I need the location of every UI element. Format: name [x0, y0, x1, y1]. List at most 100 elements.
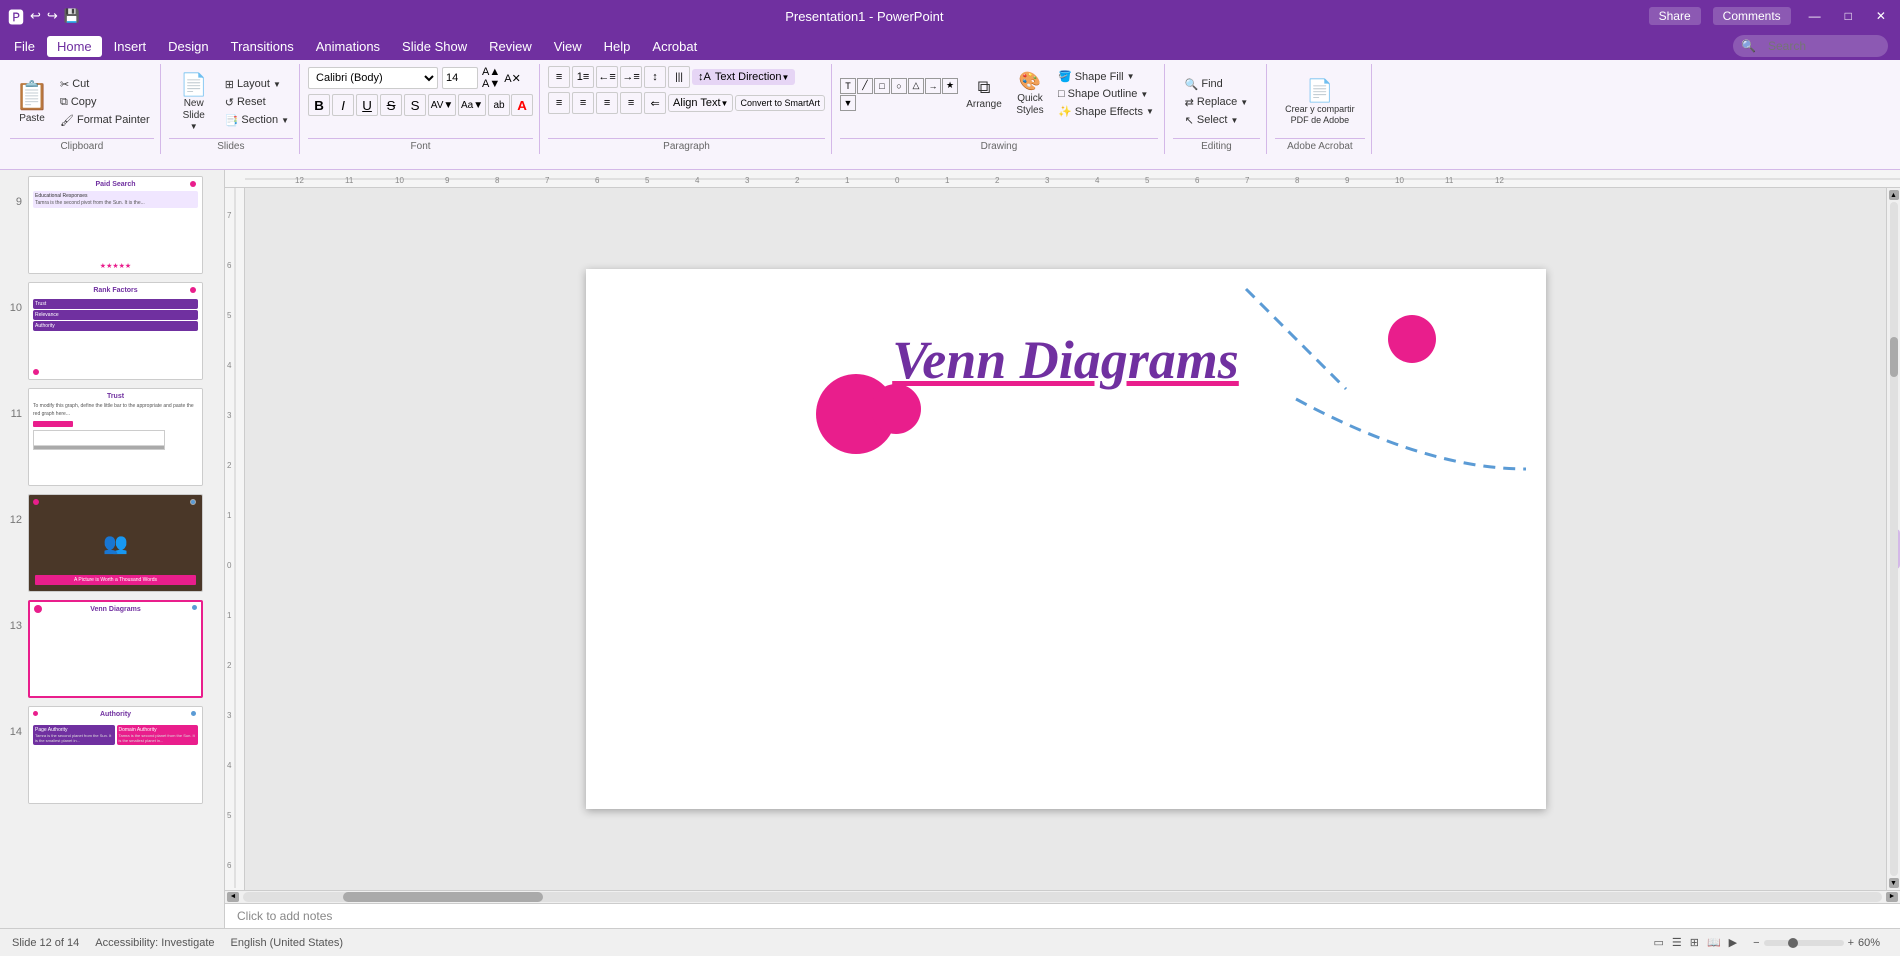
- scroll-left-button[interactable]: ◄: [227, 892, 239, 902]
- view-reading-icon[interactable]: 📖: [1707, 936, 1721, 949]
- line-spacing-button[interactable]: ↕: [644, 66, 666, 88]
- h-scroll-thumb[interactable]: [343, 892, 543, 902]
- view-slideshow-icon[interactable]: ▶: [1729, 936, 1737, 949]
- h-scroll-track[interactable]: [243, 892, 1882, 902]
- replace-button[interactable]: ⇄ Replace▼: [1181, 94, 1253, 111]
- font-grow-button[interactable]: A▲: [482, 66, 500, 78]
- columns-button[interactable]: |||: [668, 66, 690, 88]
- font-family-select[interactable]: Calibri (Body): [308, 67, 438, 89]
- menu-insert[interactable]: Insert: [104, 36, 157, 57]
- restore-button[interactable]: □: [1839, 9, 1858, 23]
- menu-view[interactable]: View: [544, 36, 592, 57]
- adobe-create-button[interactable]: 📄 Crear y compartir PDF de Adobe: [1275, 72, 1365, 132]
- shape-tool-triangle[interactable]: △: [908, 78, 924, 94]
- copy-button[interactable]: ⧉ Copy: [56, 94, 154, 111]
- shape-effects-button[interactable]: ✨ Shape Effects▼: [1054, 103, 1158, 120]
- zoom-slider[interactable]: [1764, 940, 1844, 946]
- slide-thumb-9[interactable]: 9 Paid Search Educational Responses Tamr…: [4, 174, 220, 276]
- menu-animations[interactable]: Animations: [306, 36, 390, 57]
- v-scroll-thumb[interactable]: [1890, 337, 1898, 377]
- bullets-button[interactable]: ≡: [548, 66, 570, 88]
- format-painter-button[interactable]: 🖌 Format Painter: [56, 112, 154, 129]
- align-left-button[interactable]: ≡: [548, 92, 570, 114]
- select-button[interactable]: ↖ Select▼: [1181, 112, 1253, 129]
- shape-tool-line[interactable]: ╱: [857, 78, 873, 94]
- view-outline-icon[interactable]: ☰: [1672, 936, 1682, 949]
- menu-file[interactable]: File: [4, 36, 45, 57]
- scroll-down-button[interactable]: ▼: [1889, 878, 1899, 888]
- menu-design[interactable]: Design: [158, 36, 218, 57]
- zoom-out-button[interactable]: −: [1753, 937, 1759, 949]
- bold-button[interactable]: B: [308, 94, 330, 116]
- italic-button[interactable]: I: [332, 94, 354, 116]
- h-scrollbar[interactable]: ◄ ►: [225, 890, 1900, 903]
- shape-tool-arrow[interactable]: →: [925, 78, 941, 94]
- char-spacing-button[interactable]: AV▼: [428, 94, 456, 116]
- font-clear-button[interactable]: A✕: [504, 72, 521, 85]
- pink-circle-small[interactable]: [871, 384, 921, 434]
- slide-thumb-14[interactable]: 14 Authority Page Authority Tamra is the…: [4, 704, 220, 806]
- align-center-button[interactable]: ≡: [572, 92, 594, 114]
- shape-outline-button[interactable]: □ Shape Outline▼: [1054, 86, 1158, 102]
- font-size-input[interactable]: [442, 67, 478, 89]
- numbering-button[interactable]: 1≡: [572, 66, 594, 88]
- strikethrough-button[interactable]: S: [380, 94, 402, 116]
- shape-tool-textbox[interactable]: T: [840, 78, 856, 94]
- view-normal-icon[interactable]: ▭: [1653, 936, 1663, 949]
- slide-thumb-10[interactable]: 10 Rank Factors Trust Relevance Authorit…: [4, 280, 220, 382]
- comments-button[interactable]: Comments: [1713, 7, 1791, 25]
- case-button[interactable]: Aa▼: [458, 94, 486, 116]
- shape-tool-circle[interactable]: ○: [891, 78, 907, 94]
- arrange-button[interactable]: ⧉ Arrange: [962, 66, 1006, 122]
- slide-img-11[interactable]: Trust To modify this graph, define the l…: [28, 388, 203, 486]
- slide-img-13[interactable]: Venn Diagrams: [28, 600, 203, 698]
- quick-access-save[interactable]: 💾: [64, 8, 80, 24]
- menu-transitions[interactable]: Transitions: [221, 36, 304, 57]
- justify-button[interactable]: ≡: [620, 92, 642, 114]
- decrease-indent-button[interactable]: ←≡: [596, 66, 618, 88]
- paste-button[interactable]: 📋 Paste: [10, 72, 54, 132]
- slide-img-10[interactable]: Rank Factors Trust Relevance Authority: [28, 282, 203, 380]
- notes-bar[interactable]: Click to add notes: [225, 903, 1900, 928]
- menu-home[interactable]: Home: [47, 36, 102, 57]
- align-right-button[interactable]: ≡: [596, 92, 618, 114]
- slide-thumb-12[interactable]: 12 👥 A Picture is Worth a Thousand Words: [4, 492, 220, 594]
- quick-access-redo[interactable]: ↪: [47, 8, 58, 24]
- menu-help[interactable]: Help: [594, 36, 641, 57]
- scroll-up-button[interactable]: ▲: [1889, 190, 1899, 200]
- slide-canvas[interactable]: Venn Diagrams: [586, 269, 1546, 809]
- shape-tool-more[interactable]: ▼: [840, 95, 856, 111]
- slides-panel[interactable]: 9 Paid Search Educational Responses Tamr…: [0, 170, 225, 928]
- align-text-button[interactable]: Align Text▼: [668, 94, 733, 112]
- font-color-button[interactable]: A: [511, 94, 533, 116]
- share-button[interactable]: Share: [1649, 7, 1701, 25]
- zoom-in-button[interactable]: +: [1848, 937, 1854, 949]
- menu-slideshow[interactable]: Slide Show: [392, 36, 477, 57]
- slide-canvas-wrap[interactable]: Venn Diagrams ›: [245, 188, 1886, 890]
- scroll-right-button[interactable]: ►: [1886, 892, 1898, 902]
- highlight-button[interactable]: ab: [488, 94, 510, 116]
- cut-button[interactable]: ✂ Cut: [56, 76, 154, 93]
- quick-styles-button[interactable]: 🎨 Quick Styles: [1008, 66, 1052, 122]
- section-button[interactable]: 📑 Section ▼: [221, 112, 293, 129]
- new-slide-button[interactable]: 📄 New Slide ▼: [169, 72, 219, 132]
- view-slide-sorter-icon[interactable]: ⊞: [1690, 936, 1699, 949]
- shape-tool-star[interactable]: ★: [942, 78, 958, 94]
- menu-acrobat[interactable]: Acrobat: [642, 36, 707, 57]
- shape-tool-rect[interactable]: □: [874, 78, 890, 94]
- rtl-button[interactable]: ⇐: [644, 92, 666, 114]
- underline-button[interactable]: U: [356, 94, 378, 116]
- quick-access-undo[interactable]: ↩: [30, 8, 41, 24]
- find-button[interactable]: 🔍 Find: [1181, 76, 1253, 93]
- layout-button[interactable]: ⊞ Layout ▼: [221, 76, 293, 93]
- slide-img-9[interactable]: Paid Search Educational Responses Tamra …: [28, 176, 203, 274]
- slide-img-12[interactable]: 👥 A Picture is Worth a Thousand Words: [28, 494, 203, 592]
- slide-thumb-13[interactable]: 13 Venn Diagrams: [4, 598, 220, 700]
- increase-indent-button[interactable]: →≡: [620, 66, 642, 88]
- shadow-button[interactable]: S: [404, 94, 426, 116]
- slide-thumb-11[interactable]: 11 Trust To modify this graph, define th…: [4, 386, 220, 488]
- text-direction-button[interactable]: ↕AText Direction▼: [692, 69, 795, 85]
- close-button[interactable]: ✕: [1870, 9, 1892, 23]
- menu-review[interactable]: Review: [479, 36, 542, 57]
- reset-button[interactable]: ↺ Reset: [221, 94, 293, 111]
